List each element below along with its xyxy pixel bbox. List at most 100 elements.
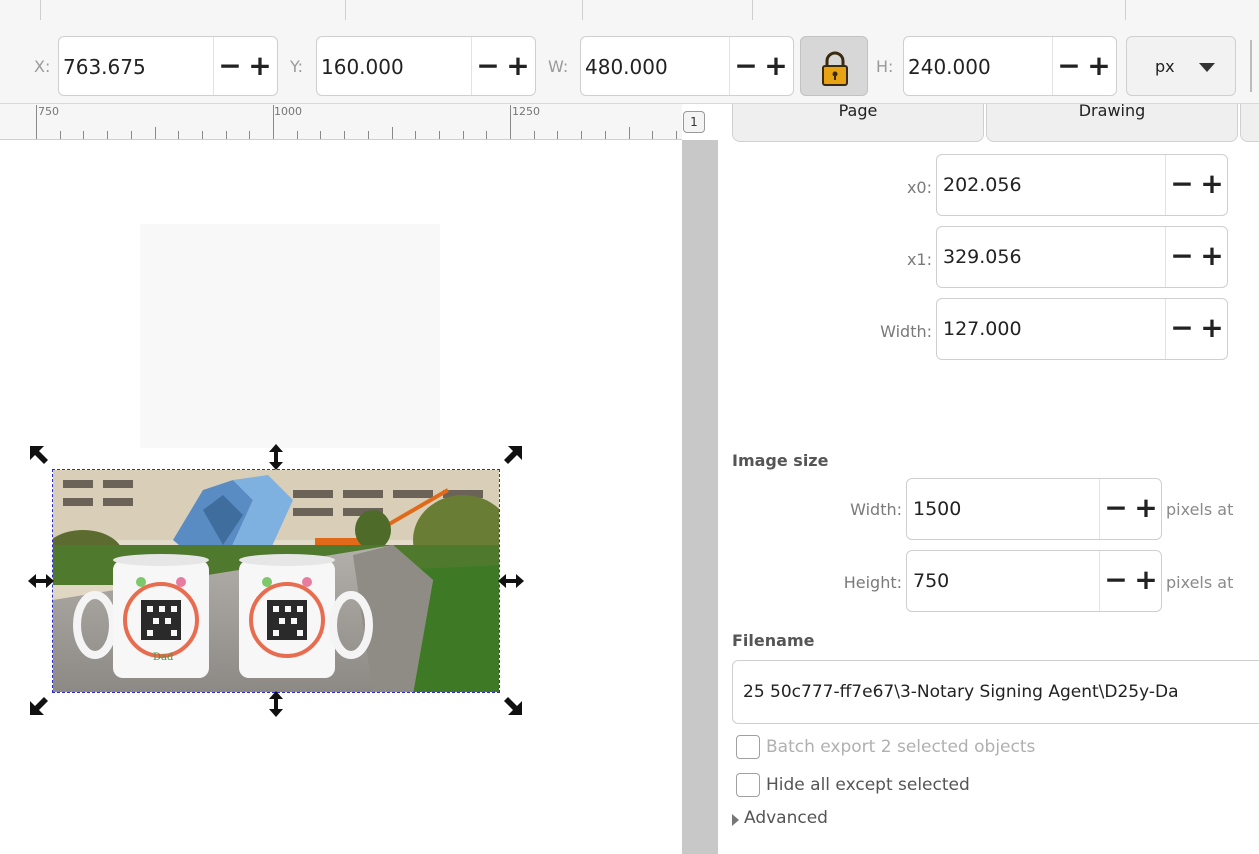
filename-input[interactable]: 25 50c777-ff7e67\3-Notary Signing Agent\…: [732, 660, 1259, 724]
spin-divider: [1165, 227, 1166, 287]
toolbar-separator: [752, 0, 753, 20]
ruler-tick: [36, 105, 37, 139]
resize-handle-bottom-right-icon[interactable]: [496, 689, 526, 719]
tab-page[interactable]: Page: [732, 103, 984, 142]
area-width-value[interactable]: 127.000: [943, 299, 1022, 359]
resize-handle-bottom-left-icon[interactable]: [26, 689, 56, 719]
toolbar-separator: [345, 0, 346, 20]
image-height-spinbox[interactable]: 750 − +: [906, 550, 1162, 612]
x-increment-button[interactable]: +: [245, 37, 275, 95]
ruler-tick: [629, 127, 630, 139]
ruler-tick: [392, 127, 393, 139]
y-value[interactable]: 160.000: [321, 37, 404, 97]
image-height-value[interactable]: 750: [913, 551, 949, 611]
ruler-tick: [178, 131, 179, 139]
x1-decrement-button[interactable]: −: [1167, 227, 1197, 287]
ruler-tick: [297, 131, 298, 139]
mugs-photo-icon: Dad: [53, 470, 499, 692]
w-decrement-button[interactable]: −: [731, 37, 761, 95]
x0-spinbox[interactable]: 202.056 − +: [936, 154, 1228, 216]
toolbar: X: 763.675 − + Y: 160.000 − + W: 480.000…: [0, 0, 1259, 104]
area-width-decrement-button[interactable]: −: [1167, 299, 1197, 359]
x-decrement-button[interactable]: −: [215, 37, 245, 95]
resize-handle-top-left-icon[interactable]: [26, 442, 56, 472]
resize-handle-bottom-icon[interactable]: [261, 689, 291, 719]
x-value[interactable]: 763.675: [63, 37, 146, 97]
w-spinbox[interactable]: 480.000 − +: [580, 36, 794, 96]
h-spinbox[interactable]: 240.000 − +: [903, 36, 1117, 96]
ruler-label: 1000: [274, 105, 302, 118]
ruler-tick: [320, 131, 321, 139]
x0-increment-button[interactable]: +: [1197, 155, 1227, 215]
image-width-spinbox[interactable]: 1500 − +: [906, 478, 1162, 540]
export-panel: Page Drawing x0: 202.056 − + x1: 329.056…: [718, 103, 1259, 854]
ruler-label: 1250: [512, 105, 540, 118]
ruler-tick: [344, 131, 345, 139]
toolbar-separator: [582, 0, 583, 20]
h-increment-button[interactable]: +: [1084, 37, 1114, 95]
width-pixels-at-label: pixels at: [1166, 500, 1234, 519]
ruler-tick: [510, 105, 511, 139]
tab-drawing[interactable]: Drawing: [986, 103, 1238, 142]
ruler-tick: [249, 131, 250, 139]
spin-divider: [1165, 155, 1166, 215]
h-value[interactable]: 240.000: [908, 37, 991, 97]
ruler-tick: [60, 131, 61, 139]
selected-image[interactable]: Dad: [52, 469, 500, 693]
resize-handle-top-icon[interactable]: [261, 442, 291, 472]
padlock-icon: [822, 51, 848, 86]
spin-divider: [1099, 551, 1100, 611]
x0-value[interactable]: 202.056: [943, 155, 1022, 215]
hide-all-checkbox[interactable]: [736, 773, 760, 797]
horizontal-ruler[interactable]: 750 1000 1250: [0, 104, 682, 140]
image-width-label: Width:: [850, 500, 902, 519]
ruler-tick: [415, 131, 416, 139]
x1-value[interactable]: 329.056: [943, 227, 1022, 287]
ruler-tick: [605, 131, 606, 139]
w-increment-button[interactable]: +: [761, 37, 791, 95]
canvas[interactable]: Dad: [0, 140, 682, 854]
area-width-increment-button[interactable]: +: [1197, 299, 1227, 359]
lock-aspect-button[interactable]: [800, 36, 868, 96]
x1-spinbox[interactable]: 329.056 − +: [936, 226, 1228, 288]
ruler-tick: [131, 131, 132, 139]
y-spinbox[interactable]: 160.000 − +: [316, 36, 536, 96]
spin-divider: [1165, 299, 1166, 359]
y-increment-button[interactable]: +: [503, 37, 533, 95]
ruler-tick: [107, 131, 108, 139]
image-width-increment-button[interactable]: +: [1131, 479, 1161, 539]
vertical-scrollbar[interactable]: [682, 140, 718, 854]
resize-handle-top-right-icon[interactable]: [496, 442, 526, 472]
y-decrement-button[interactable]: −: [473, 37, 503, 95]
image-width-decrement-button[interactable]: −: [1101, 479, 1131, 539]
toolbar-separator: [1125, 0, 1126, 20]
advanced-label: Advanced: [744, 808, 828, 828]
image-width-value[interactable]: 1500: [913, 479, 961, 539]
x0-decrement-button[interactable]: −: [1167, 155, 1197, 215]
resize-handle-left-icon[interactable]: [26, 566, 56, 596]
page-area: [140, 224, 440, 448]
image-height-decrement-button[interactable]: −: [1101, 551, 1131, 611]
filename-value[interactable]: 25 50c777-ff7e67\3-Notary Signing Agent\…: [743, 661, 1179, 723]
ruler-tick: [486, 131, 487, 139]
ruler-label: 750: [38, 105, 59, 118]
h-decrement-button[interactable]: −: [1054, 37, 1084, 95]
area-width-spinbox[interactable]: 127.000 − +: [936, 298, 1228, 360]
x0-label: x0:: [906, 178, 932, 197]
unit-dropdown[interactable]: px: [1126, 36, 1236, 96]
batch-export-label: Batch export 2 selected objects: [766, 737, 1036, 757]
x1-label: x1:: [906, 250, 932, 269]
ruler-tick: [273, 105, 274, 139]
spin-divider: [471, 37, 472, 95]
ruler-corner-button[interactable]: 1: [683, 111, 705, 133]
w-value[interactable]: 480.000: [585, 37, 668, 97]
resize-handle-right-icon[interactable]: [496, 566, 526, 596]
tab-more[interactable]: [1240, 104, 1259, 142]
h-label: H:: [876, 57, 894, 76]
x-spinbox[interactable]: 763.675 − +: [58, 36, 278, 96]
image-size-title: Image size: [732, 451, 829, 470]
spin-divider: [213, 37, 214, 95]
image-height-increment-button[interactable]: +: [1131, 551, 1161, 611]
batch-export-checkbox[interactable]: [736, 735, 760, 759]
x1-increment-button[interactable]: +: [1197, 227, 1227, 287]
